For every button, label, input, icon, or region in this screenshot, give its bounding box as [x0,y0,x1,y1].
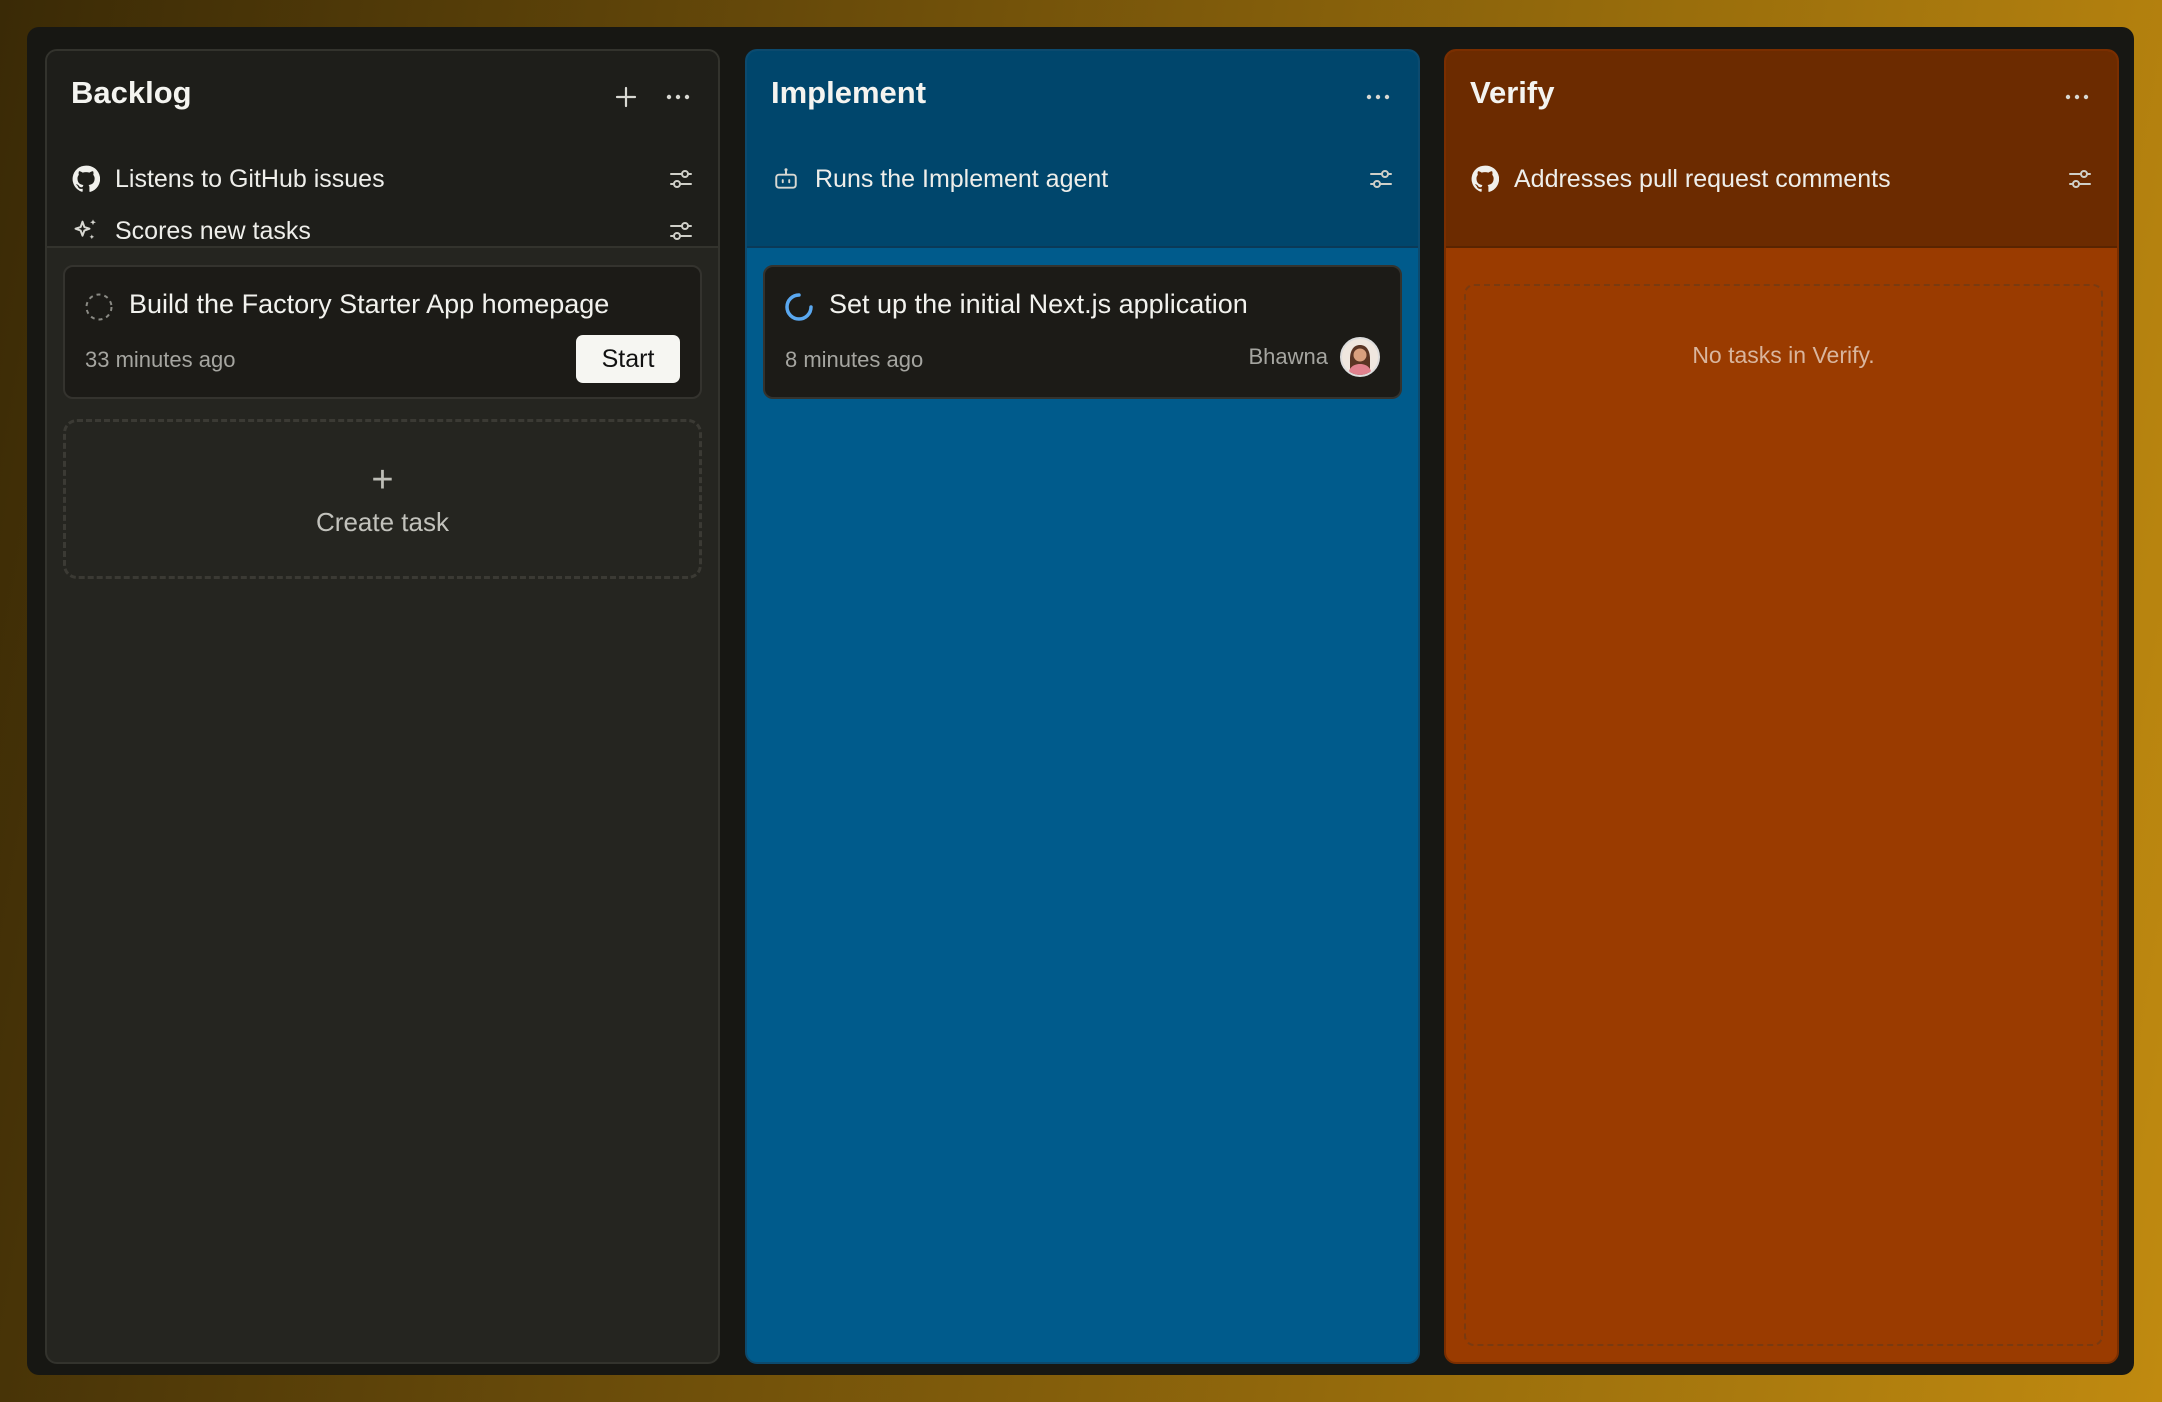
column-header: Implement Runs the Implement agent [747,51,1418,248]
column-title: Backlog [71,75,192,110]
start-button[interactable]: Start [576,335,680,383]
column-implement: Implement Runs the Implement agent Set u… [745,49,1420,1364]
task-title: Build the Factory Starter App homepage [129,289,610,319]
task-card[interactable]: Set up the initial Next.js application 8… [763,265,1402,399]
column-menu-button[interactable] [1358,77,1398,117]
sliders-icon [2069,170,2091,188]
rule-scores-tasks: Scores new tasks [71,209,698,253]
spinner-icon [785,293,813,321]
column-header: Backlog Listens to GitHub issues Scores … [47,51,718,248]
sparkle-icon [71,216,101,246]
column-menu-button[interactable] [2057,77,2097,117]
task-title: Set up the initial Next.js application [829,289,1248,319]
rule-settings-button[interactable] [664,214,698,248]
rule-label: Listens to GitHub issues [115,164,385,193]
sliders-icon [670,170,692,188]
more-horizontal-icon [1366,94,1390,100]
board: Backlog Listens to GitHub issues Scores … [27,27,2134,1375]
rule-settings-button[interactable] [1364,162,1398,196]
rule-settings-button[interactable] [664,162,698,196]
assignee-name: Bhawna [1248,344,1328,369]
plus-icon: + [371,458,394,501]
rule-label: Runs the Implement agent [815,164,1109,193]
avatar [1340,337,1380,377]
sliders-icon [670,222,692,240]
column-backlog: Backlog Listens to GitHub issues Scores … [45,49,720,1364]
more-horizontal-icon [666,94,690,100]
rule-label: Scores new tasks [115,216,311,245]
column-verify: Verify Addresses pull request comments N… [1444,49,2119,1364]
add-task-button[interactable] [606,77,646,117]
column-menu-button[interactable] [658,77,698,117]
task-timestamp: 33 minutes ago [85,347,236,372]
rule-pr-comments: Addresses pull request comments [1470,157,2097,201]
column-title: Implement [771,75,927,110]
rule-github-issues: Listens to GitHub issues [71,157,698,201]
rule-label: Addresses pull request comments [1514,164,1891,193]
column-title: Verify [1470,75,1555,110]
rule-settings-button[interactable] [2063,162,2097,196]
more-horizontal-icon [2065,94,2089,100]
rule-implement-agent: Runs the Implement agent [771,157,1398,201]
todo-status-icon [85,293,113,321]
assignee: Bhawna [1248,337,1380,377]
github-icon [71,164,101,194]
create-task-button[interactable]: + Create task [63,419,702,579]
task-card[interactable]: Build the Factory Starter App homepage 3… [63,265,702,399]
plus-icon [615,86,637,108]
empty-state-text: No tasks in Verify. [1692,342,1875,368]
sliders-icon [1370,170,1392,188]
github-icon [1470,164,1500,194]
task-timestamp: 8 minutes ago [785,347,924,372]
empty-dropzone: No tasks in Verify. [1464,284,2103,1346]
create-task-label: Create task [316,506,449,537]
robot-icon [771,164,801,194]
column-header: Verify Addresses pull request comments [1446,51,2117,248]
